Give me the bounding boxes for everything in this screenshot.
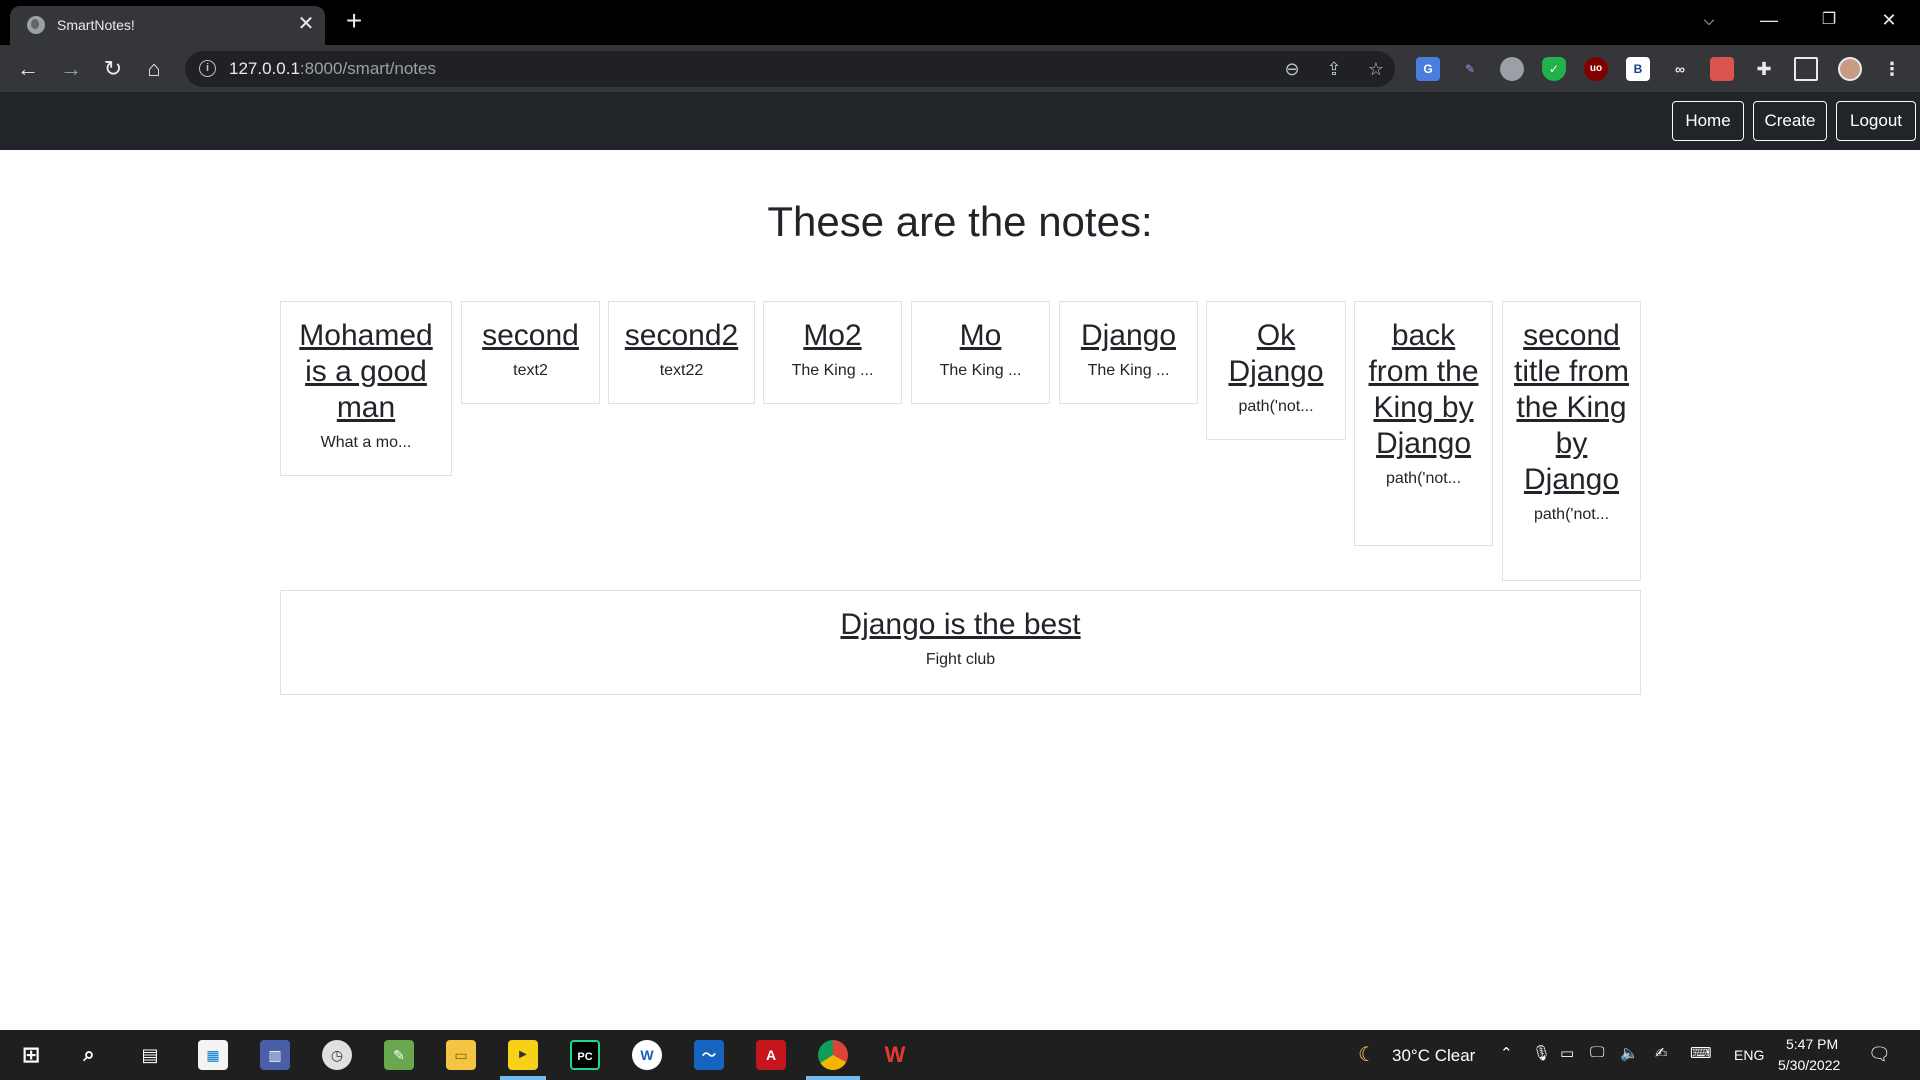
note-title-link[interactable]: back from the King by Django bbox=[1355, 318, 1492, 462]
chrome-icon[interactable] bbox=[818, 1040, 848, 1070]
reload-icon[interactable]: ↻ bbox=[97, 53, 129, 85]
pycharm-icon[interactable]: PC bbox=[570, 1040, 600, 1070]
clock-icon[interactable]: ◷ bbox=[322, 1040, 352, 1070]
active-app-indicator bbox=[806, 1076, 860, 1080]
chevron-up-icon[interactable]: ⌃ bbox=[1500, 1044, 1513, 1062]
info-icon[interactable]: i bbox=[199, 60, 216, 77]
browser-tab[interactable]: SmartNotes! ✕ bbox=[10, 6, 325, 45]
note-text: The King ... bbox=[791, 362, 874, 379]
globe-icon bbox=[27, 16, 45, 34]
note-card: second2 text22 bbox=[608, 301, 755, 404]
note-text: The King ... bbox=[939, 362, 1022, 379]
note-card: back from the King by Django path('not..… bbox=[1354, 301, 1493, 546]
notepad-icon[interactable]: ✎ bbox=[384, 1040, 414, 1070]
pen-icon[interactable]: ✍ bbox=[1655, 1044, 1668, 1062]
tab-title: SmartNotes! bbox=[57, 17, 135, 33]
bookmark-star-icon[interactable]: ☆ bbox=[1364, 57, 1388, 81]
keyboard-icon[interactable]: ⌨ bbox=[1690, 1044, 1712, 1062]
side-panel-icon[interactable] bbox=[1794, 57, 1818, 81]
window-close-icon[interactable]: ✕ bbox=[1860, 0, 1918, 40]
site-navbar: Home Create Logout bbox=[0, 92, 1920, 150]
note-title-link[interactable]: Mo bbox=[912, 318, 1049, 354]
globe-extension-icon[interactable] bbox=[1500, 57, 1524, 81]
note-text: path('not... bbox=[1533, 506, 1610, 523]
profile-avatar[interactable] bbox=[1838, 57, 1862, 81]
kebab-menu-icon[interactable]: ⋮ bbox=[1880, 57, 1904, 81]
active-app-indicator bbox=[500, 1076, 546, 1080]
note-card: Ok Django path('not... bbox=[1206, 301, 1346, 440]
search-icon[interactable]: ⌕ bbox=[74, 1040, 104, 1070]
puzzle-extensions-icon[interactable]: ✚ bbox=[1752, 57, 1776, 81]
note-card: Django The King ... bbox=[1059, 301, 1198, 404]
note-title-link[interactable]: Mo2 bbox=[764, 318, 901, 354]
restore-icon[interactable]: ❐ bbox=[1800, 0, 1858, 40]
taskbar: ⊞ ⌕ ▤ ▦ ▥ ◷ ✎ ▭ ▶ PC W 〜 A W ☾ 30°C Clea… bbox=[0, 1030, 1920, 1080]
browser-toolbar: ← → ↻ ⌂ i 127.0.0.1:8000/smart/notes ⊖ ⇪… bbox=[0, 45, 1920, 92]
note-title-link[interactable]: second title from the King by Django bbox=[1503, 318, 1640, 498]
note-card: second title from the King by Django pat… bbox=[1502, 301, 1641, 581]
back-icon[interactable]: ← bbox=[12, 53, 44, 85]
nav-create-button[interactable]: Create bbox=[1753, 101, 1827, 141]
mail-icon[interactable]: 〜 bbox=[694, 1040, 724, 1070]
glasses-extension-icon[interactable]: ∞ bbox=[1668, 57, 1692, 81]
moon-icon: ☾ bbox=[1358, 1044, 1376, 1066]
home-icon[interactable]: ⌂ bbox=[138, 53, 170, 85]
note-text: path('not... bbox=[1385, 470, 1462, 487]
acrobat-icon[interactable]: A bbox=[756, 1040, 786, 1070]
notifications-icon[interactable]: 🗨 bbox=[1868, 1044, 1891, 1065]
tab-search-icon[interactable]: ⌵ bbox=[1680, 0, 1738, 40]
clock-time[interactable]: 5:47 PM bbox=[1786, 1036, 1838, 1052]
url-text: 127.0.0.1:8000/smart/notes bbox=[229, 59, 436, 78]
weather-text[interactable]: 30°C Clear bbox=[1392, 1046, 1475, 1066]
shield-extension-icon[interactable]: ✓ bbox=[1542, 57, 1566, 81]
browser-tab-strip: SmartNotes! ✕ + ⌵ — ❐ ✕ bbox=[0, 0, 1920, 45]
clock-date[interactable]: 5/30/2022 bbox=[1778, 1057, 1840, 1073]
address-bar[interactable]: i 127.0.0.1:8000/smart/notes ⊖ ⇪ ☆ bbox=[185, 51, 1395, 87]
b-extension-icon[interactable]: B bbox=[1626, 57, 1650, 81]
note-card: second text2 bbox=[461, 301, 600, 404]
calculator-icon[interactable]: ▥ bbox=[260, 1040, 290, 1070]
note-text: What a mo... bbox=[320, 434, 412, 451]
note-text: text22 bbox=[659, 362, 704, 379]
store-icon[interactable]: ▦ bbox=[198, 1040, 228, 1070]
wps-icon[interactable]: W bbox=[880, 1040, 910, 1070]
note-card: Mohamed is a good man What a mo... bbox=[280, 301, 452, 476]
note-card: Mo2 The King ... bbox=[763, 301, 902, 404]
translate-extension-icon[interactable]: G bbox=[1416, 57, 1440, 81]
start-icon[interactable]: ⊞ bbox=[16, 1040, 46, 1070]
page-title: These are the notes: bbox=[767, 198, 1153, 245]
note-text: path('not... bbox=[1238, 398, 1314, 415]
nav-logout-button[interactable]: Logout bbox=[1836, 101, 1916, 141]
ublock-extension-icon[interactable]: uo bbox=[1584, 57, 1608, 81]
note-title-link[interactable]: Django is the best bbox=[281, 607, 1640, 643]
nav-home-button[interactable]: Home bbox=[1672, 101, 1744, 141]
red-extension-icon[interactable] bbox=[1710, 57, 1734, 81]
word-icon[interactable]: W bbox=[632, 1040, 662, 1070]
language-indicator[interactable]: ENG bbox=[1734, 1047, 1764, 1063]
note-title-link[interactable]: Mohamed is a good man bbox=[281, 318, 451, 426]
note-title-link[interactable]: Ok Django bbox=[1207, 318, 1345, 390]
note-title-link[interactable]: second2 bbox=[609, 318, 754, 354]
close-tab-icon[interactable]: ✕ bbox=[294, 12, 318, 36]
battery-icon[interactable]: ▭ bbox=[1560, 1044, 1574, 1062]
feather-extension-icon[interactable]: ✎ bbox=[1458, 57, 1482, 81]
task-view-icon[interactable]: ▤ bbox=[135, 1040, 165, 1070]
volume-icon[interactable]: 🔈 bbox=[1620, 1044, 1639, 1062]
new-tab-icon[interactable]: + bbox=[340, 7, 368, 36]
forward-icon[interactable]: → bbox=[55, 53, 87, 85]
note-card: Mo The King ... bbox=[911, 301, 1050, 404]
note-card: Django is the best Fight club bbox=[280, 590, 1641, 695]
share-icon[interactable]: ⇪ bbox=[1322, 57, 1346, 81]
note-text: The King ... bbox=[1087, 362, 1170, 379]
zoom-icon[interactable]: ⊖ bbox=[1280, 57, 1304, 81]
minimize-icon[interactable]: — bbox=[1740, 0, 1798, 40]
note-text: Fight club bbox=[925, 651, 996, 668]
note-title-link[interactable]: Django bbox=[1060, 318, 1197, 354]
note-text: text2 bbox=[513, 362, 548, 379]
note-title-link[interactable]: second bbox=[462, 318, 599, 354]
file-explorer-icon[interactable]: ▭ bbox=[446, 1040, 476, 1070]
microphone-icon[interactable]: 🎙 bbox=[1532, 1044, 1551, 1062]
player-icon[interactable]: ▶ bbox=[508, 1040, 538, 1070]
network-icon[interactable]: 🖵 bbox=[1590, 1044, 1604, 1061]
